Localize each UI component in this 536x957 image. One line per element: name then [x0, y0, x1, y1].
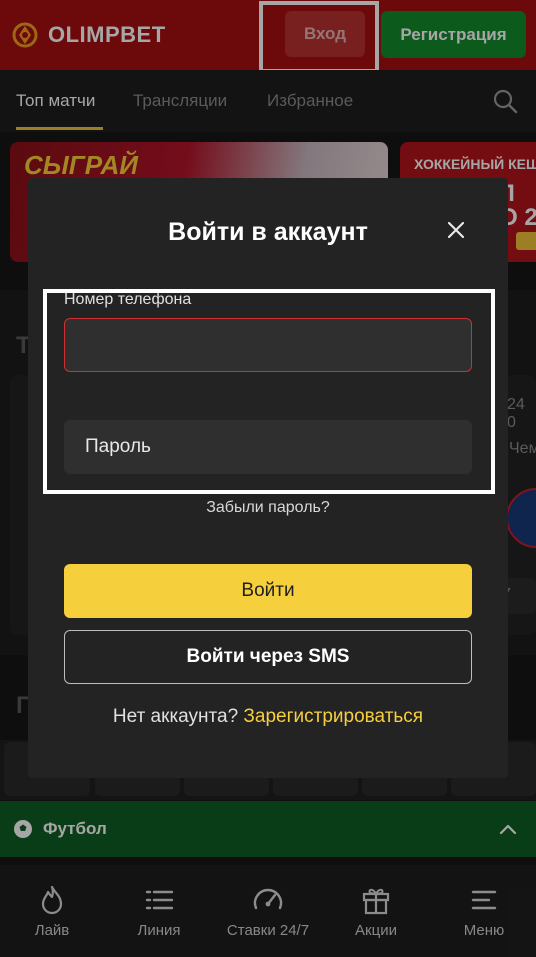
submit-login-button[interactable]: Войти — [64, 564, 472, 618]
fields-highlight-frame — [43, 289, 495, 494]
no-account-row: Нет аккаунта? Зарегистрироваться — [28, 706, 508, 728]
modal-title: Войти в аккаунт — [168, 218, 368, 246]
sms-login-button[interactable]: Войти через SMS — [64, 630, 472, 684]
login-modal: Войти в аккаунт Номер телефона Пароль За… — [28, 178, 508, 778]
close-icon[interactable] — [444, 218, 468, 242]
register-link[interactable]: Зарегистрироваться — [243, 706, 423, 727]
forgot-password-link[interactable]: Забыли пароль? — [28, 499, 508, 517]
no-account-text: Нет аккаунта? — [112, 706, 239, 727]
app-page: OLIMPBET Вход Регистрация Топ матчи Тран… — [0, 0, 536, 957]
